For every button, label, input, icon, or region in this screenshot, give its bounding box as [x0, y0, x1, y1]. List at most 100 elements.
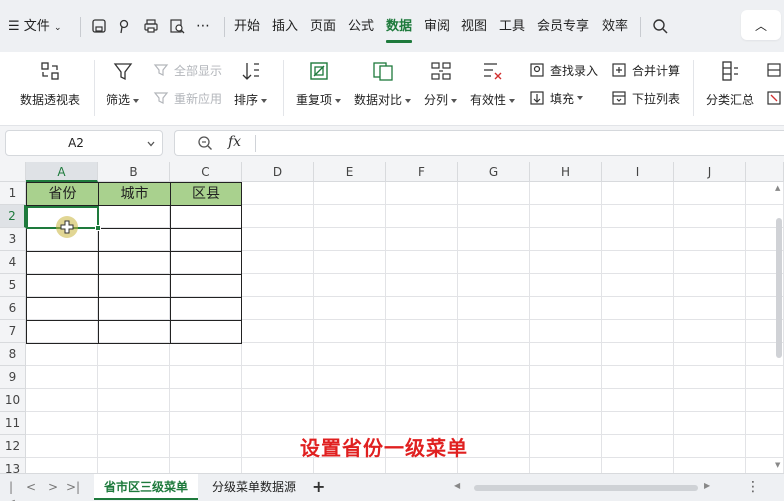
- grid-cell[interactable]: [458, 320, 530, 343]
- row-header-9[interactable]: 9: [0, 366, 26, 389]
- tab-review[interactable]: 审阅: [424, 17, 450, 37]
- fx-icon[interactable]: fx: [228, 134, 241, 150]
- sheet-tab-1[interactable]: 省市区三级菜单: [94, 474, 199, 500]
- vertical-scroll-thumb[interactable]: [776, 218, 782, 358]
- row-header-8[interactable]: 8: [0, 343, 26, 366]
- table-cell[interactable]: [170, 251, 242, 275]
- grid-cell[interactable]: [530, 228, 602, 251]
- grid-cell[interactable]: [170, 343, 242, 366]
- row-header-6[interactable]: 6: [0, 297, 26, 320]
- grid-cell[interactable]: [386, 205, 458, 228]
- grid-cell[interactable]: [602, 228, 674, 251]
- grid-cell[interactable]: [98, 458, 170, 473]
- header-cell-province[interactable]: 省份: [26, 182, 99, 206]
- grid-cell[interactable]: [602, 458, 674, 473]
- grid-cell[interactable]: [458, 297, 530, 320]
- header-cell-city[interactable]: 城市: [98, 182, 171, 206]
- sheet-tab-2[interactable]: 分级菜单数据源: [202, 474, 306, 500]
- grid-cell[interactable]: [458, 435, 530, 458]
- horizontal-scroll-thumb[interactable]: [474, 485, 698, 491]
- prev-sheet-icon[interactable]: <: [24, 479, 38, 495]
- grid-cell[interactable]: [458, 205, 530, 228]
- column-header-g[interactable]: G: [458, 162, 530, 182]
- column-header-c[interactable]: C: [170, 162, 242, 182]
- grid-cell[interactable]: [530, 435, 602, 458]
- grid-cell[interactable]: [386, 182, 458, 205]
- grid-cell[interactable]: [602, 205, 674, 228]
- first-sheet-icon[interactable]: |<: [4, 479, 18, 501]
- search-icon[interactable]: [650, 16, 670, 36]
- grid-cell[interactable]: [314, 320, 386, 343]
- grid-cell[interactable]: [314, 251, 386, 274]
- filter-button[interactable]: 筛选: [106, 58, 140, 108]
- grid-cell[interactable]: [530, 412, 602, 435]
- row-header-7[interactable]: 7: [0, 320, 26, 343]
- more-icon[interactable]: ⋯: [193, 16, 213, 36]
- grid-cell[interactable]: [674, 274, 746, 297]
- grid-cell[interactable]: [98, 366, 170, 389]
- grid-cell[interactable]: [314, 389, 386, 412]
- column-header-e[interactable]: E: [314, 162, 386, 182]
- table-cell[interactable]: [98, 251, 171, 275]
- next-sheet-icon[interactable]: >: [46, 479, 60, 495]
- grid-cell[interactable]: [674, 458, 746, 473]
- table-cell[interactable]: [98, 228, 171, 252]
- grid-cell[interactable]: [386, 366, 458, 389]
- grid-cell[interactable]: [386, 343, 458, 366]
- scroll-left-icon[interactable]: ◀: [454, 481, 460, 490]
- grid-cell[interactable]: [386, 389, 458, 412]
- grid-cell[interactable]: [674, 297, 746, 320]
- ungroup-icon[interactable]: [766, 88, 782, 108]
- grid-cell[interactable]: [314, 366, 386, 389]
- grid-cell[interactable]: [674, 435, 746, 458]
- column-header-h[interactable]: H: [530, 162, 602, 182]
- grid-cell[interactable]: [530, 389, 602, 412]
- grid-cell[interactable]: [386, 228, 458, 251]
- grid-cell[interactable]: [530, 297, 602, 320]
- table-cell[interactable]: [170, 228, 242, 252]
- grid-cell[interactable]: [242, 343, 314, 366]
- grid-cell[interactable]: [674, 343, 746, 366]
- tab-tools[interactable]: 工具: [499, 17, 525, 37]
- grid-cell[interactable]: [98, 412, 170, 435]
- row-header-13[interactable]: 13: [0, 458, 26, 473]
- last-sheet-icon[interactable]: >|: [66, 479, 80, 495]
- reapply-button[interactable]: 重新应用: [152, 88, 222, 108]
- table-cell[interactable]: [170, 274, 242, 298]
- column-header-a[interactable]: A: [26, 162, 98, 182]
- grid-cell[interactable]: [674, 366, 746, 389]
- grid-cell[interactable]: [242, 274, 314, 297]
- grid-cell[interactable]: [530, 366, 602, 389]
- grid-cell[interactable]: [458, 228, 530, 251]
- lookup-entry-button[interactable]: 查找录入: [528, 60, 598, 80]
- grid-cell[interactable]: [386, 320, 458, 343]
- tab-home[interactable]: 开始: [234, 17, 260, 37]
- grid-cell[interactable]: [602, 435, 674, 458]
- table-cell[interactable]: [98, 205, 171, 229]
- grid-cell[interactable]: [314, 343, 386, 366]
- print-preview-icon[interactable]: [167, 16, 187, 36]
- table-cell[interactable]: [26, 274, 99, 298]
- grid-cell[interactable]: [530, 205, 602, 228]
- chevron-down-icon[interactable]: [146, 138, 156, 152]
- grid-cell[interactable]: [602, 182, 674, 205]
- grid-cell[interactable]: [242, 228, 314, 251]
- grid-cell[interactable]: [458, 343, 530, 366]
- formula-input[interactable]: fx: [174, 130, 784, 156]
- grid-cell[interactable]: [242, 251, 314, 274]
- tab-page[interactable]: 页面: [310, 17, 336, 37]
- row-header-5[interactable]: 5: [0, 274, 26, 297]
- grid-cell[interactable]: [98, 389, 170, 412]
- pivot-table-button[interactable]: 数据透视表: [20, 58, 80, 108]
- grid-cell[interactable]: [458, 274, 530, 297]
- table-cell[interactable]: [98, 320, 171, 344]
- grid-cell[interactable]: [674, 182, 746, 205]
- grid-cell[interactable]: [98, 343, 170, 366]
- grid-cell[interactable]: [674, 412, 746, 435]
- row-header-4[interactable]: 4: [0, 251, 26, 274]
- grid-cell[interactable]: [602, 297, 674, 320]
- column-header-b[interactable]: B: [98, 162, 170, 182]
- row-header-11[interactable]: 11: [0, 412, 26, 435]
- column-header-d[interactable]: D: [242, 162, 314, 182]
- grid-cell[interactable]: [530, 343, 602, 366]
